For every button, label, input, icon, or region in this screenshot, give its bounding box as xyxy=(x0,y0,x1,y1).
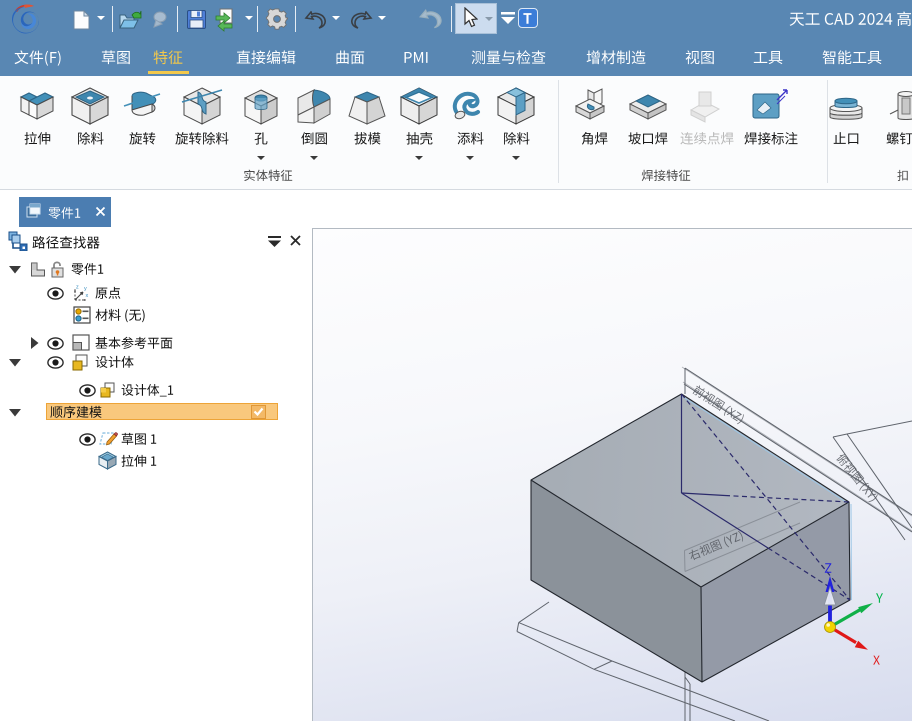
svg-text:x: x xyxy=(86,293,89,299)
svg-text:y: y xyxy=(84,286,87,292)
svg-text:z: z xyxy=(76,285,79,291)
